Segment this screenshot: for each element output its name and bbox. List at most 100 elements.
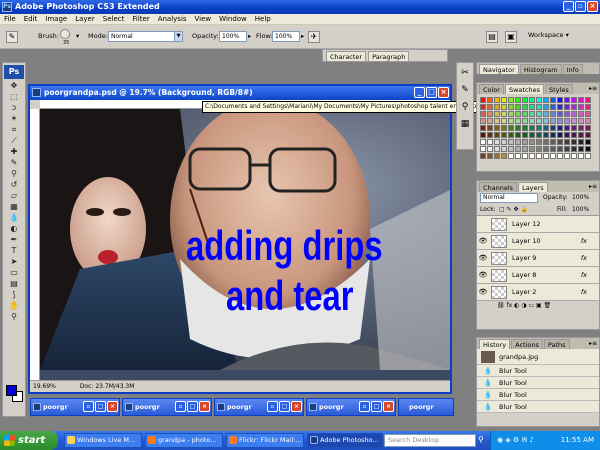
swatch-cell[interactable] (522, 111, 528, 117)
swatch-cell[interactable] (494, 153, 500, 159)
swatch-cell[interactable] (550, 97, 556, 103)
slice-tool-icon[interactable]: ⟋ (4, 136, 24, 146)
swatch-cell[interactable] (564, 111, 570, 117)
doc-minimize-button[interactable]: _ (414, 87, 425, 98)
swatch-cell[interactable] (543, 104, 549, 110)
opacity-field[interactable]: 100% (219, 31, 247, 42)
foreground-color-swatch[interactable] (6, 385, 17, 396)
swatch-cell[interactable] (557, 118, 563, 124)
layer-row[interactable]: 👁 Layer 8 fx (477, 267, 599, 284)
swatch-cell[interactable] (480, 153, 486, 159)
swatch-cell[interactable] (550, 132, 556, 138)
eye-icon[interactable]: 👁 (477, 288, 489, 296)
swatch-cell[interactable] (536, 132, 542, 138)
swatch-cell[interactable] (564, 146, 570, 152)
swatch-cell[interactable] (522, 118, 528, 124)
swatch-cell[interactable] (480, 146, 486, 152)
zoom-tool-icon[interactable]: ⚲ (4, 312, 24, 322)
swatch-cell[interactable] (557, 97, 563, 103)
menu-window[interactable]: Window (219, 14, 247, 25)
swatch-cell[interactable] (557, 146, 563, 152)
brush-dropdown-icon[interactable]: ▾ (76, 32, 79, 40)
swatch-cell[interactable] (494, 132, 500, 138)
swatch-cell[interactable] (571, 139, 577, 145)
swatch-cell[interactable] (536, 146, 542, 152)
eye-icon[interactable]: 👁 (477, 237, 489, 245)
swatch-cell[interactable] (522, 146, 528, 152)
app-titlebar[interactable]: Ps Adobe Photoshop CS3 Extended _ ▫ × (0, 0, 600, 14)
swatch-cell[interactable] (571, 97, 577, 103)
swatch-cell[interactable] (564, 104, 570, 110)
swatch-cell[interactable] (501, 139, 507, 145)
pen-tool-icon[interactable]: ✒ (4, 235, 24, 245)
close-icon[interactable]: × (291, 401, 302, 412)
swatch-cell[interactable] (571, 153, 577, 159)
panel-menu-icon[interactable]: ▸≡ (589, 83, 597, 94)
panel-menu-icon[interactable]: ▸≡ (589, 181, 597, 192)
tab-swatches[interactable]: Swatches (504, 84, 545, 94)
palette-well-icon[interactable]: ▤ (486, 31, 498, 43)
swatch-cell[interactable] (585, 139, 591, 145)
tab-actions[interactable]: Actions (511, 339, 543, 349)
swatch-cell[interactable] (557, 139, 563, 145)
swatch-cell[interactable] (487, 97, 493, 103)
swatch-cell[interactable] (501, 111, 507, 117)
swatch-grid[interactable] (477, 94, 599, 162)
swatch-cell[interactable] (550, 104, 556, 110)
swatch-cell[interactable] (480, 111, 486, 117)
swatch-cell[interactable] (550, 111, 556, 117)
brush-preview-icon[interactable] (60, 29, 70, 39)
history-snapshot[interactable]: grandpa.jpg (477, 349, 599, 365)
swatch-cell[interactable] (522, 153, 528, 159)
swatch-cell[interactable] (571, 118, 577, 124)
tab-history[interactable]: History (479, 339, 511, 349)
swatch-cell[interactable] (494, 125, 500, 131)
swatch-cell[interactable] (515, 153, 521, 159)
hand-tool-icon[interactable]: ✋ (4, 301, 24, 311)
swatch-cell[interactable] (508, 153, 514, 159)
swatch-cell[interactable] (557, 111, 563, 117)
swatch-cell[interactable] (515, 104, 521, 110)
swatch-cell[interactable] (487, 153, 493, 159)
swatch-cell[interactable] (550, 118, 556, 124)
image-canvas[interactable]: adding drips and tear (40, 109, 450, 380)
swatch-cell[interactable] (487, 104, 493, 110)
swatch-cell[interactable] (536, 111, 542, 117)
notes-tool-icon[interactable]: ▤ (4, 279, 24, 289)
swatch-cell[interactable] (557, 104, 563, 110)
swatch-cell[interactable] (515, 125, 521, 131)
restore-icon[interactable]: ▫ (83, 401, 94, 412)
document-titlebar[interactable]: poorgrandpa.psd @ 19.7% (Background, RGB… (30, 86, 450, 100)
swatch-cell[interactable] (543, 132, 549, 138)
swatch-cell[interactable] (578, 118, 584, 124)
tray-icons[interactable]: ◉ ◈ ⚙ ✉ ♪ (497, 436, 534, 444)
swatch-cell[interactable] (543, 153, 549, 159)
minimized-doc-5[interactable]: poorgr (398, 398, 454, 416)
brushes-icon[interactable]: ✎ (458, 83, 472, 97)
mode-select[interactable]: Normal ▼ (108, 31, 183, 42)
eyedropper-tool-icon[interactable]: ⟆ (4, 290, 24, 300)
doc-close-button[interactable]: × (438, 87, 449, 98)
swatch-cell[interactable] (515, 97, 521, 103)
swatch-cell[interactable] (564, 132, 570, 138)
swatch-cell[interactable] (515, 139, 521, 145)
swatch-cell[interactable] (501, 125, 507, 131)
restore-icon[interactable]: ▫ (359, 401, 370, 412)
eye-icon[interactable]: 👁 (477, 271, 489, 279)
menu-select[interactable]: Select (103, 14, 125, 25)
swatch-cell[interactable] (522, 132, 528, 138)
maximize-icon[interactable]: □ (279, 401, 290, 412)
eye-icon[interactable]: 👁 (477, 254, 489, 262)
swatch-cell[interactable] (550, 153, 556, 159)
fx-badge[interactable]: fx (581, 288, 587, 296)
swatch-cell[interactable] (557, 153, 563, 159)
swatch-cell[interactable] (487, 118, 493, 124)
minimized-doc-1[interactable]: poorgr ▫ □ × (30, 398, 120, 416)
swatch-cell[interactable] (508, 97, 514, 103)
swatch-cell[interactable] (529, 125, 535, 131)
swatch-cell[interactable] (585, 125, 591, 131)
swatch-cell[interactable] (543, 97, 549, 103)
tools-icon[interactable]: ✂ (458, 66, 472, 80)
close-icon[interactable]: × (199, 401, 210, 412)
swatch-cell[interactable] (494, 146, 500, 152)
